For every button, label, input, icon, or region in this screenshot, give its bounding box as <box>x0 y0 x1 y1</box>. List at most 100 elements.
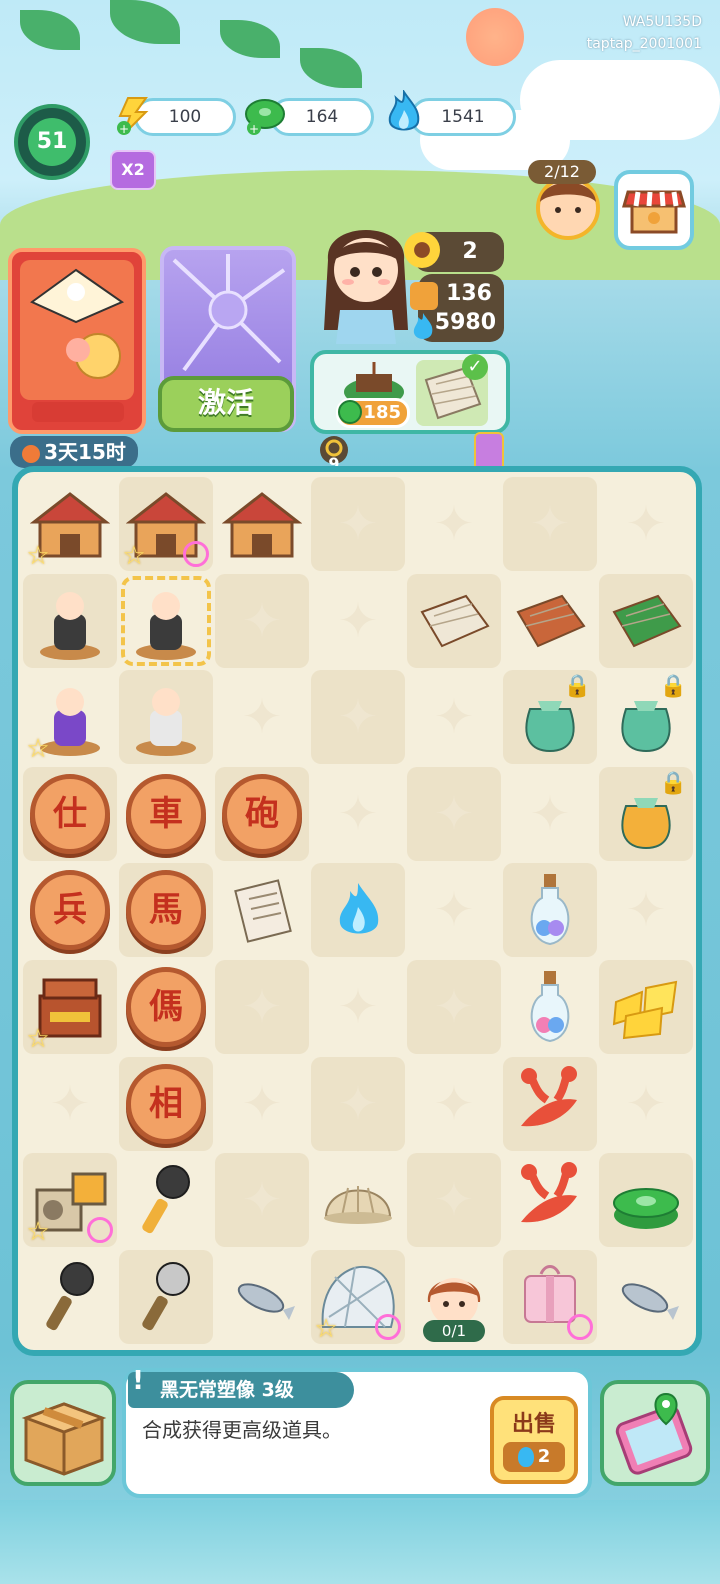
board-item-crayfish[interactable] <box>503 1057 597 1151</box>
board-item-radio-set[interactable]: ☆ <box>23 1153 117 1247</box>
board-cell[interactable]: ✦ <box>311 960 405 1054</box>
board-cell[interactable] <box>311 1153 405 1247</box>
board-cell[interactable]: ☆ <box>23 477 117 571</box>
multiplier-button[interactable]: X2 <box>110 150 156 190</box>
board-cell[interactable]: ✦ <box>311 767 405 861</box>
board-cell[interactable]: 兵 <box>23 863 117 957</box>
shop-button[interactable] <box>614 170 694 250</box>
board-cell[interactable]: ☆ <box>23 960 117 1054</box>
board-cell[interactable] <box>215 863 309 957</box>
board-cell[interactable]: ✦ <box>215 573 309 668</box>
board-item-small-fish[interactable] <box>215 1250 309 1344</box>
board-item-chess-table[interactable] <box>503 574 597 668</box>
board-item-pink-gift[interactable] <box>503 1250 597 1344</box>
board-cell[interactable]: ✦ <box>215 960 309 1054</box>
board-item-chess-piece[interactable]: 仕 <box>23 767 117 861</box>
board-cell[interactable] <box>503 1249 597 1344</box>
board-cell[interactable] <box>215 477 309 571</box>
board-cell[interactable]: ✦ <box>407 1153 501 1248</box>
board-cell[interactable]: 傌 <box>119 960 213 1054</box>
board-item-girl-helper[interactable]: 0/1 <box>407 1250 501 1344</box>
board-cell[interactable] <box>407 573 501 668</box>
board-item-bottle-blue[interactable] <box>503 863 597 957</box>
board-cell[interactable]: ✦ <box>407 766 501 861</box>
board-item-chess-piece[interactable]: 砲 <box>215 767 309 861</box>
board-item-chess-piece[interactable]: 車 <box>119 767 213 861</box>
event-card-kite[interactable] <box>8 248 146 434</box>
board-cell[interactable]: ✦ <box>311 1056 405 1151</box>
board-cell[interactable]: ✦ <box>503 767 597 861</box>
board-cell[interactable] <box>311 863 405 958</box>
board-cell[interactable]: ✦ <box>215 1153 309 1248</box>
board-item-small-fish[interactable] <box>599 1250 693 1344</box>
board-item-fishing-net[interactable]: ☆ <box>311 1250 405 1344</box>
board-item-wooden-shop[interactable] <box>215 477 309 571</box>
board-cell[interactable]: 車 <box>119 767 213 861</box>
board-item-clam-shell[interactable] <box>311 1153 405 1247</box>
board-cell[interactable]: ✦ <box>407 477 501 571</box>
map-button[interactable] <box>600 1380 710 1486</box>
board-cell[interactable] <box>599 573 693 668</box>
board-item-teal-bag[interactable]: 🔒 <box>599 670 693 764</box>
board-item-chess-piece[interactable]: 相 <box>119 1057 213 1151</box>
board-cell[interactable] <box>23 573 117 668</box>
board-cell[interactable]: ✦ <box>311 477 405 571</box>
board-item-treasure-chest[interactable]: ☆ <box>23 960 117 1054</box>
board-cell[interactable]: ✦ <box>311 574 405 668</box>
board-cell[interactable] <box>599 1153 693 1248</box>
flame-counter[interactable]: 1541 <box>410 98 516 136</box>
board-item-chess-piece[interactable]: 傌 <box>119 960 213 1054</box>
board-item-paper-scroll[interactable] <box>215 863 309 957</box>
activate-button[interactable]: 激活 <box>158 376 294 432</box>
customer-character[interactable] <box>318 210 414 344</box>
board-cell[interactable]: ✦ <box>407 863 501 957</box>
board-cell[interactable] <box>503 1056 597 1151</box>
board-cell[interactable] <box>503 960 597 1054</box>
board-cell[interactable]: ✦ <box>599 863 693 957</box>
board-cell[interactable]: 🔒 <box>599 670 693 764</box>
board-item-jade-coins[interactable] <box>599 1153 693 1247</box>
board-item-energy-bolts[interactable] <box>599 960 693 1054</box>
board-item-microphone-dark[interactable] <box>23 1250 117 1344</box>
board-cell[interactable] <box>599 960 693 1054</box>
board-item-black-wuchang-statue[interactable] <box>119 574 213 668</box>
board-item-blue-flame[interactable] <box>311 863 405 957</box>
board-item-chess-piece[interactable]: 兵 <box>23 863 117 957</box>
board-cell[interactable]: ☆ <box>23 670 117 764</box>
board-item-market-stall[interactable]: ☆ <box>119 477 213 571</box>
board-cell[interactable] <box>119 1153 213 1247</box>
board-cell[interactable]: ✦ <box>215 1057 309 1151</box>
board-cell[interactable]: 0/1 <box>407 1250 501 1344</box>
inventory-button[interactable] <box>10 1380 116 1486</box>
board-cell[interactable]: 仕 <box>23 766 117 861</box>
board-item-black-statue[interactable] <box>23 574 117 668</box>
board-cell[interactable]: 砲 <box>215 766 309 861</box>
board-cell[interactable] <box>119 670 213 765</box>
board-cell[interactable] <box>503 574 597 668</box>
board-item-microphone-gold[interactable] <box>119 1153 213 1247</box>
board-item-purple-hair-statue[interactable]: ☆ <box>23 670 117 764</box>
board-cell[interactable]: ✦ <box>215 670 309 764</box>
board-item-green-table[interactable] <box>599 574 693 668</box>
board-cell[interactable]: 🔒 <box>599 766 693 861</box>
board-cell[interactable]: ✦ <box>407 670 501 764</box>
board-cell[interactable] <box>503 863 597 958</box>
board-cell[interactable]: ✦ <box>407 960 501 1054</box>
board-cell[interactable]: ✦ <box>23 1057 117 1151</box>
board-cell[interactable] <box>599 1250 693 1344</box>
merge-board[interactable]: ☆ ☆ ✦ ✦ ✦ ✦ ✦ ✦ ☆ ✦ ✦ ✦ 🔒 🔒 仕車砲 ✦ ✦ ✦ 🔒 兵馬 ✦ ✦ ☆ 傌 ✦ ✦ ✦ ✦ 相 ✦ ✦ ✦ ✦ ☆ ✦ ✦ ☆… <box>12 466 702 1356</box>
board-cell[interactable] <box>119 574 213 668</box>
board-cell[interactable]: 馬 <box>119 863 213 958</box>
board-item-gold-bag[interactable]: 🔒 <box>599 767 693 861</box>
board-cell[interactable] <box>215 1250 309 1344</box>
board-item-green-bag[interactable]: 🔒 <box>503 670 597 764</box>
board-item-go-board[interactable] <box>407 574 501 668</box>
board-cell[interactable]: 🔒 <box>503 670 597 765</box>
board-cell[interactable]: ☆ <box>23 1153 117 1248</box>
board-cell[interactable]: ✦ <box>599 477 693 571</box>
board-cell[interactable]: ✦ <box>311 670 405 765</box>
board-item-microphone-silver[interactable] <box>119 1250 213 1344</box>
board-item-chess-piece[interactable]: 馬 <box>119 863 213 957</box>
board-cell[interactable]: ✦ <box>503 477 597 571</box>
board-cell[interactable] <box>119 1249 213 1344</box>
